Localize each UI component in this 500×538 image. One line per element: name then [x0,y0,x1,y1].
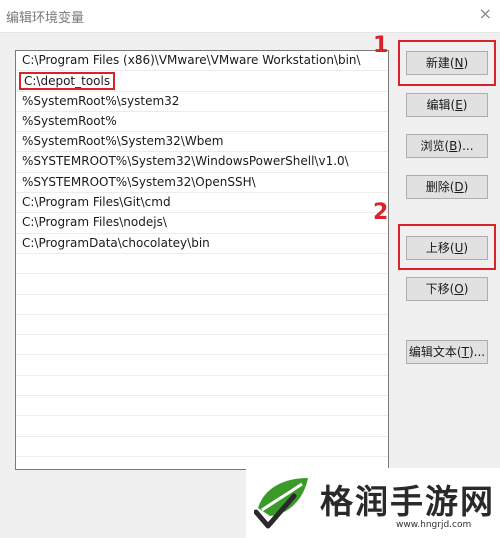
list-item[interactable]: %SystemRoot%\system32 [16,92,388,112]
step-2-marker: 2 [373,200,389,225]
move-down-button-tail: ) [463,282,469,296]
watermark-text: 格润手游网 [320,482,495,521]
list-item-text: %SYSTEMROOT%\System32\WindowsPowerShell\… [22,154,349,169]
watermark: 格润手游网 www.hngrjd.com [246,468,500,538]
empty-list-row[interactable] [16,335,388,356]
edit-button[interactable]: 编辑(E) [406,93,488,117]
edit-text-button[interactable]: 编辑文本(T)... [406,340,488,364]
move-up-button-tail: ) [463,241,469,255]
watermark-url: www.hngrjd.com [396,520,472,530]
list-item-text: %SYSTEMROOT%\System32\OpenSSH\ [22,174,256,189]
empty-list-row[interactable] [16,315,388,336]
list-item-text: %SystemRoot% [22,113,117,128]
edit-text-button-key: T [461,345,469,359]
edit-env-variable-dialog: 编辑环境变量 × C:\Program Files (x86)\VMware\V… [0,0,500,538]
step-1-marker: 1 [373,33,389,58]
edit-button-label: 编辑( [426,98,456,112]
list-item-text: %SystemRoot%\system32 [22,93,180,108]
list-item[interactable]: C:\Program Files (x86)\VMware\VMware Wor… [16,51,388,72]
list-item-text: C:\Program Files\Git\cmd [22,195,171,210]
empty-list-row[interactable] [16,416,388,437]
move-down-button[interactable]: 下移(O) [406,277,488,301]
move-up-button[interactable]: 上移(U) [406,236,488,260]
close-icon[interactable]: × [479,4,492,23]
list-item[interactable]: C:\ProgramData\chocolatey\bin [16,234,388,254]
list-item-text-highlighted: C:\depot_tools [19,72,116,91]
new-button-tail: ) [463,56,469,70]
edit-button-tail: ) [462,98,468,112]
empty-list-row[interactable] [16,254,388,275]
move-down-button-label: 下移( [425,282,455,296]
list-item[interactable]: C:\Program Files\nodejs\ [16,213,388,234]
delete-button-tail: ) [463,180,469,194]
move-down-button-key: O [454,282,464,296]
list-item[interactable]: %SystemRoot%\System32\Wbem [16,132,388,153]
new-button[interactable]: 新建(N) [406,51,488,75]
edit-text-button-tail: )... [468,345,486,359]
list-item-text: C:\Program Files\nodejs\ [22,215,167,230]
delete-button[interactable]: 删除(D) [406,175,488,199]
list-item[interactable]: C:\depot_tools [16,71,388,92]
list-item[interactable]: %SYSTEMROOT%\System32\WindowsPowerShell\… [16,152,388,173]
list-item[interactable]: C:\Program Files\Git\cmd [16,193,388,214]
move-up-button-label: 上移( [425,241,455,255]
empty-list-row[interactable] [16,355,388,376]
list-item-text: C:\ProgramData\chocolatey\bin [22,235,210,250]
leaf-checkmark-icon [254,478,308,529]
new-button-label: 新建( [425,56,455,70]
window-title: 编辑环境变量 [6,11,85,26]
list-item-text: %SystemRoot%\System32\Wbem [22,134,224,149]
empty-list-row[interactable] [16,396,388,417]
empty-list-row[interactable] [16,376,388,397]
edit-text-button-label: 编辑文本( [408,345,462,359]
delete-button-label: 删除( [425,180,455,194]
list-item-text: C:\Program Files (x86)\VMware\VMware Wor… [22,53,361,67]
path-list[interactable]: C:\Program Files (x86)\VMware\VMware Wor… [15,50,389,470]
edit-button-key: E [455,98,463,112]
browse-button[interactable]: 浏览(B)... [406,134,488,158]
title-bar: 编辑环境变量 × [0,0,500,33]
delete-button-key: D [454,180,464,194]
empty-list-row[interactable] [16,295,388,315]
browse-button-tail: )... [457,139,474,153]
list-item[interactable]: %SYSTEMROOT%\System32\OpenSSH\ [16,173,388,194]
empty-list-row[interactable] [16,274,388,295]
list-item[interactable]: %SystemRoot% [16,112,388,133]
empty-list-row[interactable] [16,437,388,457]
browse-button-label: 浏览( [420,139,450,153]
